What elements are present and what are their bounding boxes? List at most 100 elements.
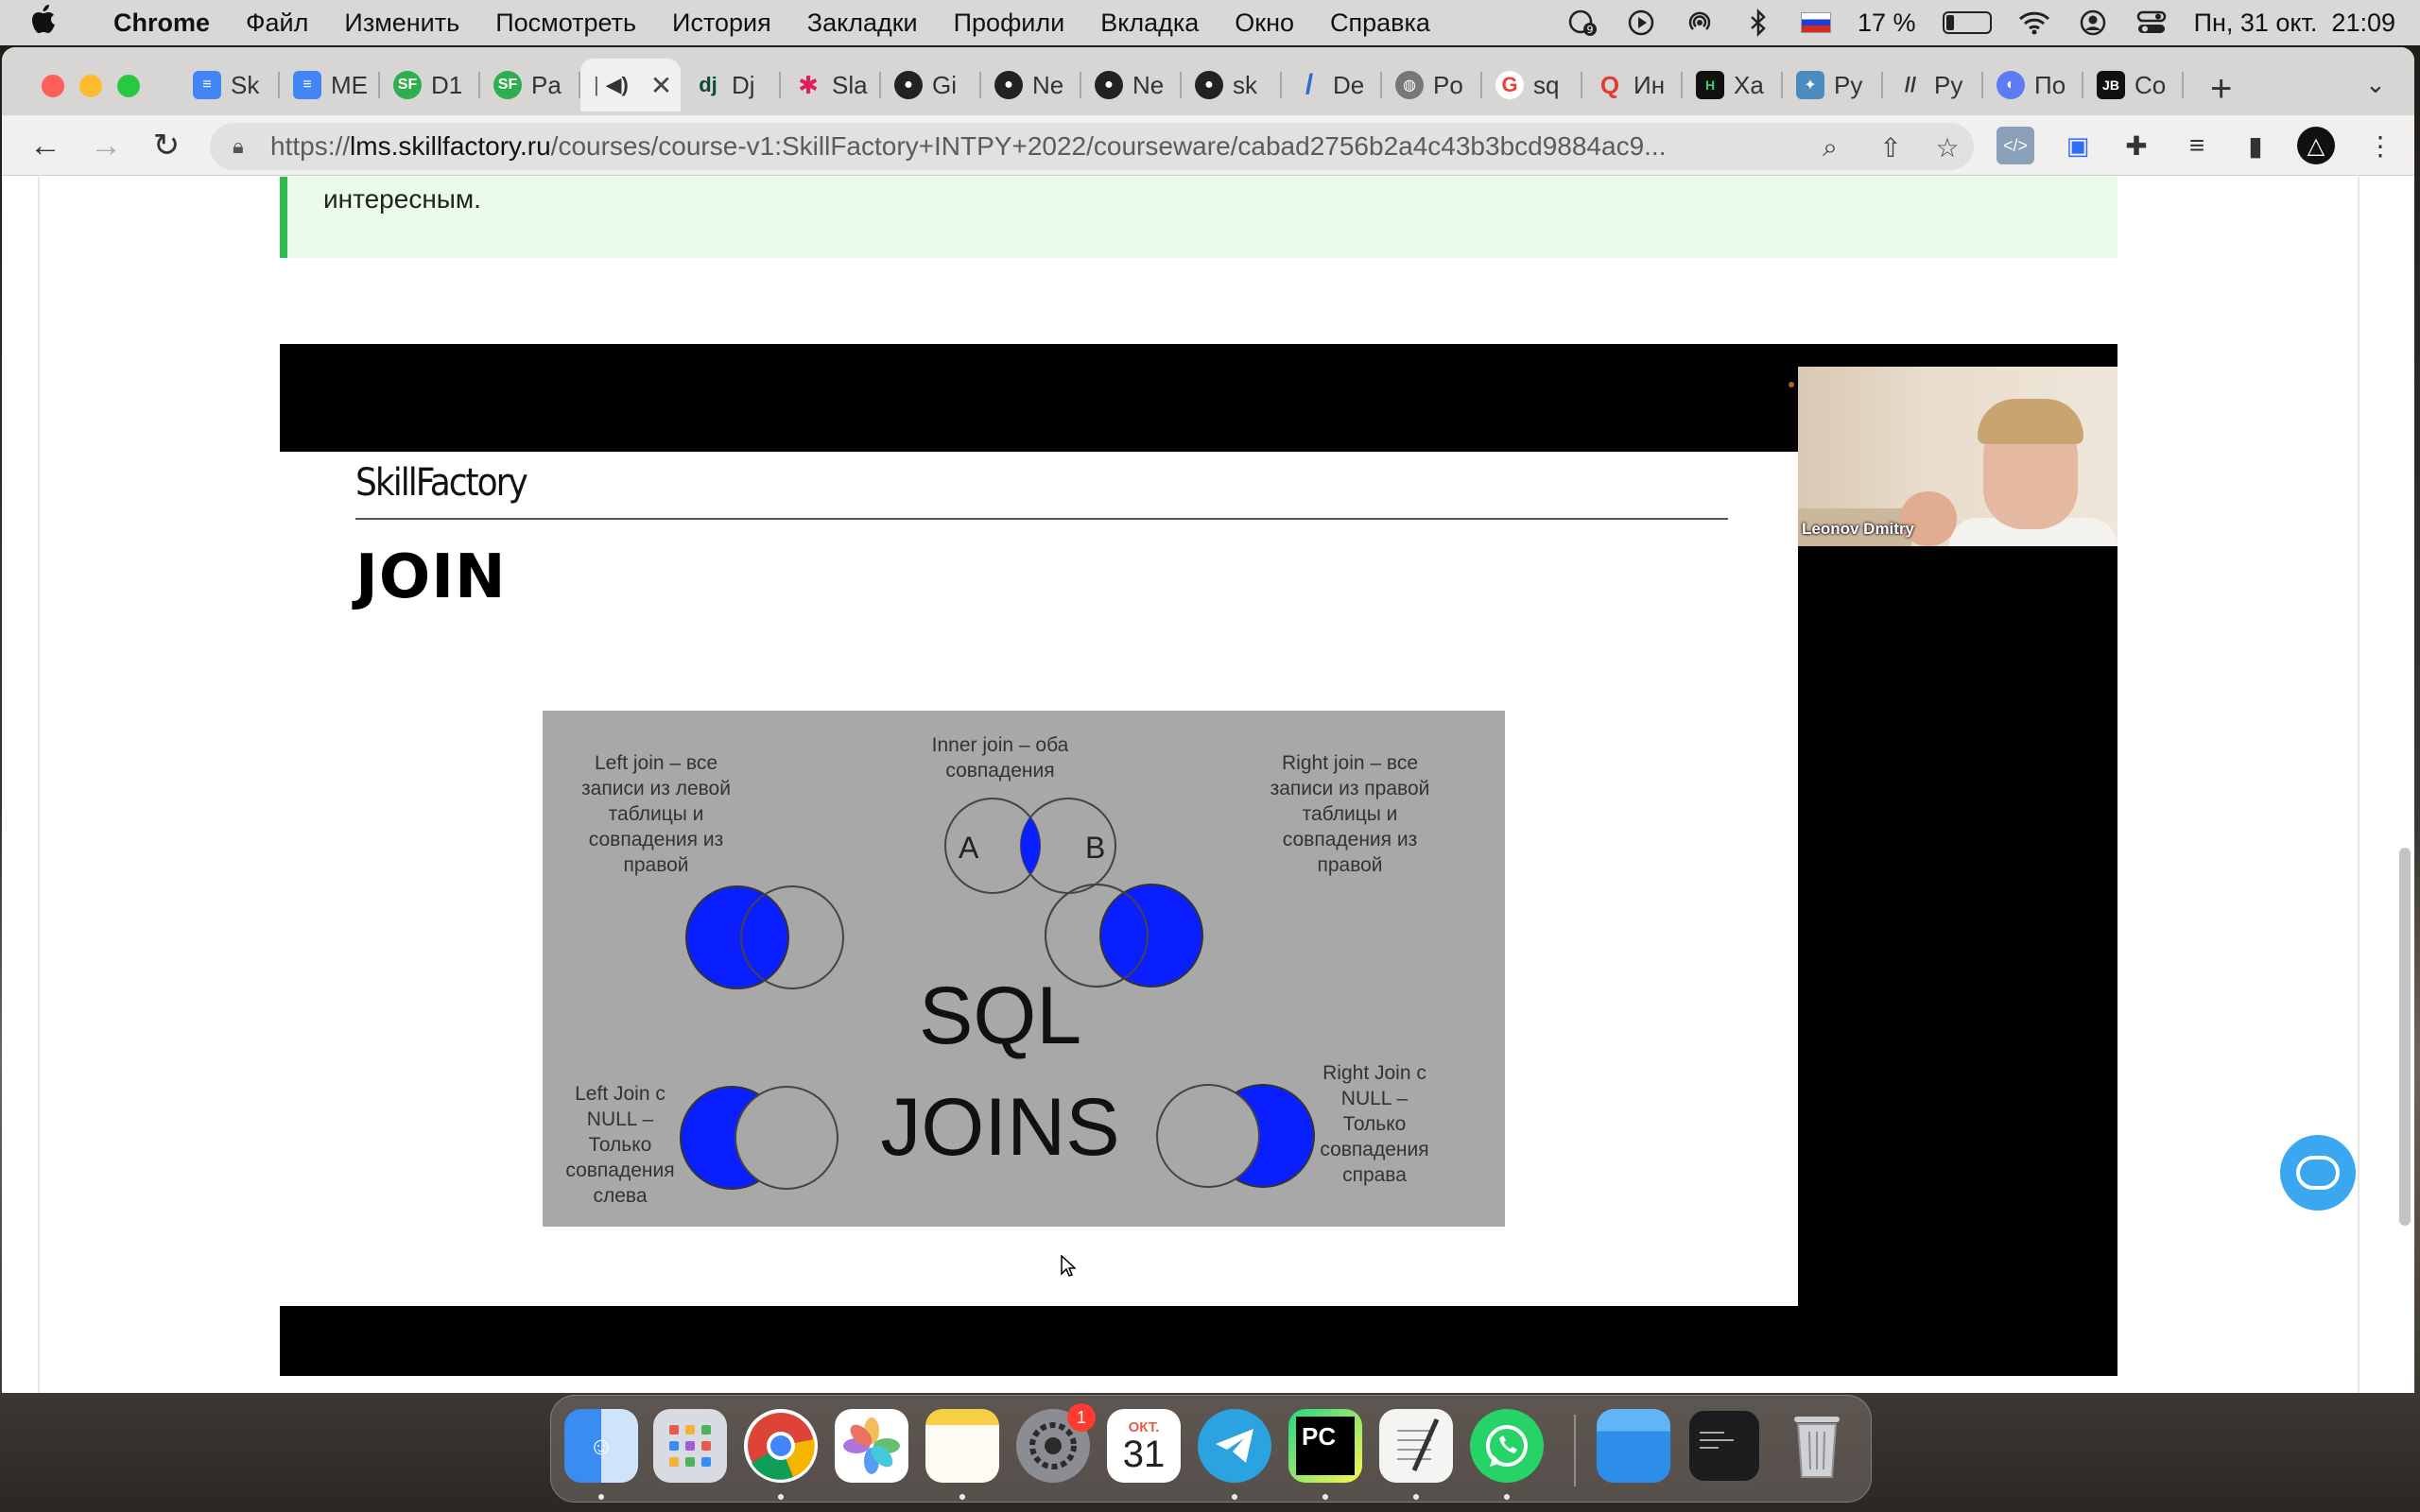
whatsapp-icon[interactable] [1470,1409,1544,1483]
menu-window[interactable]: Окно [1235,9,1294,38]
media-control-icon[interactable]: ≡ [2178,127,2216,164]
launchpad-icon[interactable] [653,1409,727,1483]
finder-icon[interactable]: ☺ [564,1409,638,1483]
python-icon: // [1904,73,1917,96]
apple-logo-icon[interactable] [32,4,76,42]
back-arrow-icon[interactable]: ← [25,125,66,166]
address-bar[interactable]: 🔒︎ https://lms.skillfactory.ru/courses/c… [210,123,1974,170]
right-join-caption: Right join – все записи из правой таблиц… [1270,752,1430,876]
play-circle-icon[interactable] [1625,7,1657,39]
textedit-icon[interactable] [1379,1409,1453,1483]
pycharm-icon[interactable]: PC [1288,1409,1362,1483]
chat-widget-button[interactable] [2280,1135,2356,1211]
callout-text: интересным. [323,184,481,214]
control-center-icon[interactable] [2135,7,2168,39]
menu-bookmarks[interactable]: Закладки [807,9,918,38]
tab-github-3[interactable]: ● Ne [1081,59,1182,112]
tab-github-1[interactable]: ● Gi [881,59,981,112]
side-panel-icon[interactable]: ▮ [2237,127,2274,164]
tab-browser[interactable]: ◐ По [1983,59,2083,112]
notification-cloud-icon[interactable]: 9 [1566,7,1599,39]
tab-label: По [2034,70,2066,99]
tab-label: Po [1433,70,1463,99]
forward-arrow-icon[interactable]: → [85,125,127,166]
chrome-icon[interactable] [744,1409,818,1483]
tab-google-search[interactable]: Gsq [1482,59,1582,112]
tab-strip: ≡ Sk ≡ МЕ SF D1 SF Pa | ◀) ✕ dj Dj ✱ Sla ● Gi ● Ne… [2,47,2414,115]
video-player[interactable]: SkillFactory JOIN A B Left join – все за… [280,344,2118,1376]
notes-icon[interactable] [925,1409,999,1483]
tab-label: Pa [531,70,562,99]
new-tab-button[interactable]: + [2210,68,2232,111]
translate-extension-icon[interactable]: ▣ [2059,127,2097,164]
tab-github-2[interactable]: ● Ne [981,59,1081,112]
tab-label: sq [1533,70,1560,99]
menu-edit[interactable]: Изменить [344,9,459,38]
tab-slash[interactable]: / De [1282,59,1382,112]
battery-icon[interactable] [1942,11,1992,34]
profile-avatar-icon[interactable]: △ [2297,127,2335,164]
tab-skillfactory-2[interactable]: SF Pa [480,59,580,112]
menu-view[interactable]: Посмотреть [495,9,636,38]
tab-jetbrains[interactable]: JB Co [2083,59,2184,112]
menu-datetime[interactable]: Пн, 31 окт. 21:09 [2194,9,2395,38]
trash-icon[interactable] [1780,1409,1854,1483]
tab-python-1[interactable]: ✦ Py [1783,59,1883,112]
tab-active-lms[interactable]: | ◀) ✕ [580,59,681,112]
bluetooth-icon[interactable] [1742,7,1774,39]
tab-divider-mark: | [594,73,599,96]
tab-django[interactable]: dj Dj [681,59,781,112]
code-extension-icon[interactable]: </> [1996,127,2034,164]
tab-skillfactory-1[interactable]: SF D1 [380,59,480,112]
calendar-icon[interactable]: ОКТ. 31 [1107,1409,1181,1483]
wifi-icon[interactable] [2018,7,2050,39]
user-account-icon[interactable] [2077,7,2109,39]
tab-search-chevron-icon[interactable]: ⌄ [2365,70,2386,99]
tab-close-icon[interactable]: ✕ [650,70,672,101]
extensions-puzzle-icon[interactable]: ✚ [2118,127,2155,164]
left-join-null-venn [680,1086,838,1190]
telegram-icon[interactable] [1198,1409,1271,1483]
google-docs-icon: ≡ [293,71,321,99]
zoom-icon[interactable]: ⌕ [1811,129,1849,166]
menu-history[interactable]: История [672,9,771,38]
share-icon[interactable]: ⇧ [1872,129,1910,166]
bookmark-star-icon[interactable]: ☆ [1928,129,1966,166]
menu-help[interactable]: Справка [1330,9,1430,38]
more-menu-icon[interactable]: ⋮ [2361,127,2399,164]
airdrop-icon[interactable] [1684,7,1716,39]
audio-playing-icon[interactable]: ◀) [603,71,631,99]
url-text[interactable]: https://lms.skillfactory.ru/courses/cour… [270,131,1783,162]
tab-github-4[interactable]: ● sk [1182,59,1282,112]
page-scrollbar[interactable] [2399,848,2411,1226]
window-zoom-button[interactable] [117,75,140,97]
window-close-button[interactable] [42,75,64,97]
settings-badge: 1 [1067,1403,1096,1432]
input-language-flag-icon[interactable] [1801,12,1832,33]
tab-search[interactable]: Q Ин [1582,59,1683,112]
tab-globe[interactable]: ◍ Po [1382,59,1482,112]
downloads-folder-icon[interactable] [1597,1409,1670,1483]
lock-icon[interactable]: 🔒︎ [233,134,257,159]
photos-icon[interactable] [835,1409,908,1483]
speaker-webcam-thumbnail[interactable]: Leonov Dmitry [1798,367,2118,546]
menu-tab[interactable]: Вкладка [1100,9,1199,38]
terminal-window-icon[interactable] [1687,1409,1761,1483]
tab-hexlet[interactable]: H Ха [1683,59,1783,112]
caption-line: Right join – все [1282,752,1418,774]
tab-google-doc-2[interactable]: ≡ МЕ [280,59,380,112]
menu-file[interactable]: Файл [246,9,308,38]
menu-app-name[interactable]: Chrome [113,9,210,38]
left-join-venn [685,885,844,989]
caption-line: NULL – [1341,1088,1409,1109]
window-minimize-button[interactable] [79,75,102,97]
tab-python-2[interactable]: // Py [1883,59,1983,112]
slide-title: JOIN [355,542,507,612]
menu-profiles[interactable]: Профили [954,9,1065,38]
tab-slack[interactable]: ✱ Sla [781,59,881,112]
tab-google-doc-1[interactable]: ≡ Sk [180,59,280,112]
mouse-cursor-icon [1061,1254,1077,1283]
reload-icon[interactable]: ↻ [146,125,187,166]
url-protocol: https:// [270,131,351,161]
left-join-caption: Left join – все записи из левой таблицы … [581,752,731,876]
